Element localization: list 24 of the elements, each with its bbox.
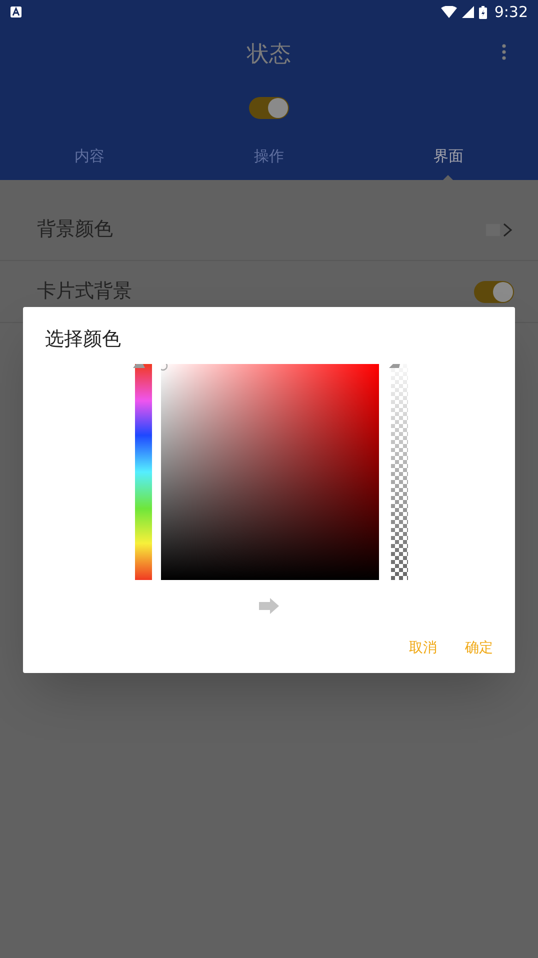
more-menu-icon[interactable] <box>502 44 506 60</box>
battery-icon <box>479 6 488 18</box>
dialog-title: 选择颜色 <box>45 327 122 352</box>
signal-icon <box>462 6 474 18</box>
settings-row[interactable]: 背景颜色 <box>0 199 538 261</box>
alpha-thumb[interactable] <box>389 364 400 368</box>
dialog-button[interactable]: 确定 <box>457 632 501 664</box>
tab[interactable]: 界面 <box>358 132 538 180</box>
status-time: 9:32 <box>494 2 528 23</box>
setting-label: 背景颜色 <box>37 217 113 242</box>
setting-label: 卡片式背景 <box>37 279 132 304</box>
hue-slider[interactable] <box>133 364 153 580</box>
dialog-button[interactable]: 取消 <box>401 632 445 664</box>
tab[interactable]: 操作 <box>179 132 359 180</box>
master-toggle[interactable] <box>249 97 289 119</box>
hue-thumb[interactable] <box>133 364 145 368</box>
saturation-value-square[interactable] <box>161 364 379 580</box>
setting-toggle[interactable] <box>474 280 514 302</box>
notification-icon <box>10 6 22 18</box>
arrow-right-icon <box>259 598 279 614</box>
app-title: 状态 <box>247 40 291 68</box>
wifi-icon <box>441 6 458 18</box>
tab[interactable]: 内容 <box>0 132 180 180</box>
color-swatch-chevron-icon <box>486 222 514 238</box>
